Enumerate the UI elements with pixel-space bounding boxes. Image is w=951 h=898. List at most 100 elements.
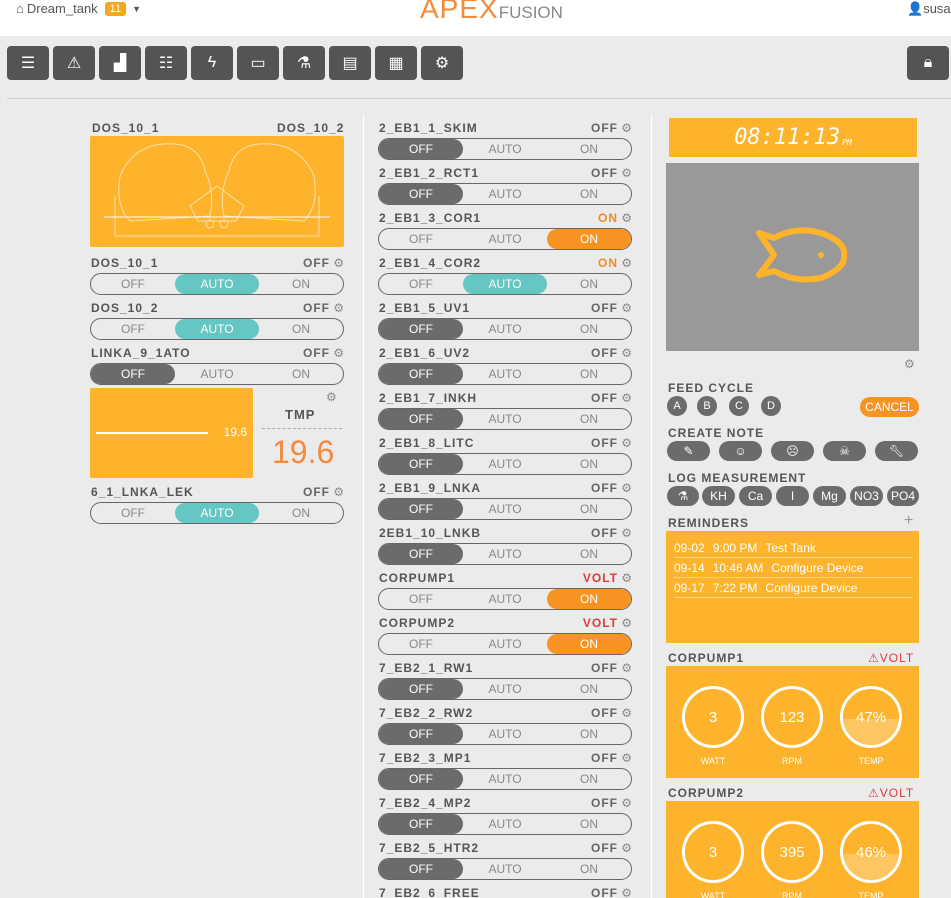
switch-auto[interactable]: AUTO: [463, 229, 547, 249]
switch-off[interactable]: OFF: [379, 589, 463, 609]
switch-off[interactable]: OFF: [379, 859, 463, 879]
switch-auto[interactable]: AUTO: [463, 589, 547, 609]
switch-auto[interactable]: AUTO: [463, 814, 547, 834]
calendar-icon[interactable]: ▭: [237, 46, 279, 80]
switch-off[interactable]: OFF: [379, 544, 463, 564]
switch-on[interactable]: ON: [547, 499, 631, 519]
switch-on[interactable]: ON: [547, 454, 631, 474]
gear-icon[interactable]: ⚙: [333, 301, 344, 315]
dashboard-icon[interactable]: ▟: [99, 46, 141, 80]
switch-on[interactable]: ON: [547, 319, 631, 339]
kh-button[interactable]: KH: [702, 486, 735, 506]
switch-off[interactable]: OFF: [379, 814, 463, 834]
gear-icon[interactable]: ⚙: [621, 301, 632, 315]
power-icon[interactable]: ϟ: [191, 46, 233, 80]
switch-off[interactable]: OFF: [379, 724, 463, 744]
switch-off[interactable]: OFF: [379, 409, 463, 429]
tasks-icon[interactable]: ☷: [145, 46, 187, 80]
gear-icon[interactable]: ⚙: [333, 256, 344, 270]
switch-on[interactable]: ON: [259, 274, 343, 294]
switch-auto[interactable]: AUTO: [175, 319, 259, 339]
switch-auto[interactable]: AUTO: [463, 409, 547, 429]
switch-on[interactable]: ON: [547, 679, 631, 699]
list-icon[interactable]: ☰: [7, 46, 49, 80]
gear-icon[interactable]: ⚙: [621, 121, 632, 135]
tank-selector[interactable]: ⌂ Dream_tank 11 ▼: [16, 1, 141, 16]
gear-icon[interactable]: ⚙: [621, 481, 632, 495]
lock-icon[interactable]: 🔒︎: [907, 46, 949, 80]
switch-off[interactable]: OFF: [379, 184, 463, 204]
switch-on[interactable]: ON: [259, 364, 343, 384]
gear-icon[interactable]: ⚙: [621, 886, 632, 898]
po4-button[interactable]: PO4: [887, 486, 919, 506]
switch-off[interactable]: OFF: [91, 319, 175, 339]
document-icon[interactable]: ▤: [329, 46, 371, 80]
mg-button[interactable]: Mg: [813, 486, 846, 506]
gear-icon[interactable]: ⚙: [621, 751, 632, 765]
switch-auto[interactable]: AUTO: [463, 544, 547, 564]
switch-off[interactable]: OFF: [379, 229, 463, 249]
gear-icon[interactable]: ⚙: [621, 166, 632, 180]
gear-icon[interactable]: ⚙: [621, 706, 632, 720]
sad-face-icon[interactable]: ☹: [771, 441, 814, 461]
gear-icon[interactable]: ⚙: [621, 256, 632, 270]
gear-icon[interactable]: ⚙: [326, 390, 337, 404]
gear-icon[interactable]: ⚙: [621, 571, 632, 585]
flask-icon[interactable]: ⚗: [283, 46, 325, 80]
feed-b-button[interactable]: B: [697, 396, 717, 416]
switch-on[interactable]: ON: [547, 139, 631, 159]
reminder-item[interactable]: 09-02 9:00 PM Test Tank: [674, 538, 913, 558]
switch-on[interactable]: ON: [259, 319, 343, 339]
switch-off[interactable]: OFF: [379, 139, 463, 159]
wrench-icon[interactable]: 🔧︎: [875, 441, 918, 461]
switch-on[interactable]: ON: [547, 724, 631, 744]
switch-on[interactable]: ON: [547, 274, 631, 294]
gears-icon[interactable]: ⚙: [421, 46, 463, 80]
switch-auto[interactable]: AUTO: [463, 184, 547, 204]
feed-d-button[interactable]: D: [761, 396, 781, 416]
gear-icon[interactable]: ⚙: [621, 436, 632, 450]
feed-c-button[interactable]: C: [729, 396, 749, 416]
switch-auto[interactable]: AUTO: [463, 274, 547, 294]
reminder-item[interactable]: 09-17 7:22 PM Configure Device: [674, 578, 913, 598]
gear-icon[interactable]: ⚙: [333, 485, 344, 499]
gear-icon[interactable]: ⚙: [621, 661, 632, 675]
switch-auto[interactable]: AUTO: [463, 319, 547, 339]
camera-placeholder[interactable]: [666, 163, 919, 351]
switch-off[interactable]: OFF: [379, 454, 463, 474]
switch-on[interactable]: ON: [259, 503, 343, 523]
gear-icon[interactable]: ⚙: [621, 616, 632, 630]
switch-off[interactable]: OFF: [91, 364, 175, 384]
switch-off[interactable]: OFF: [91, 274, 175, 294]
switch-on[interactable]: ON: [547, 814, 631, 834]
switch-on[interactable]: ON: [547, 859, 631, 879]
switch-off[interactable]: OFF: [379, 679, 463, 699]
switch-auto[interactable]: AUTO: [463, 769, 547, 789]
switch-auto[interactable]: AUTO: [463, 499, 547, 519]
switch-auto[interactable]: AUTO: [175, 274, 259, 294]
skull-icon[interactable]: ☠: [823, 441, 866, 461]
switch-off[interactable]: OFF: [91, 503, 175, 523]
switch-auto[interactable]: AUTO: [175, 364, 259, 384]
switch-on[interactable]: ON: [547, 184, 631, 204]
pump-panel[interactable]: 3 WATT 395 RPM 46% TEMP: [666, 801, 919, 898]
switch-on[interactable]: ON: [547, 634, 631, 654]
switch-off[interactable]: OFF: [379, 274, 463, 294]
pump-panel[interactable]: 3 WATT 123 RPM 47% TEMP: [666, 666, 919, 778]
switch-auto[interactable]: AUTO: [175, 503, 259, 523]
switch-on[interactable]: ON: [547, 229, 631, 249]
happy-face-icon[interactable]: ☺: [719, 441, 762, 461]
switch-off[interactable]: OFF: [379, 499, 463, 519]
switch-auto[interactable]: AUTO: [463, 634, 547, 654]
switch-on[interactable]: ON: [547, 409, 631, 429]
switch-auto[interactable]: AUTO: [463, 679, 547, 699]
ca-button[interactable]: Ca: [739, 486, 772, 506]
switch-auto[interactable]: AUTO: [463, 724, 547, 744]
gear-icon[interactable]: ⚙: [621, 391, 632, 405]
clipboard-icon[interactable]: ▦: [375, 46, 417, 80]
switch-off[interactable]: OFF: [379, 634, 463, 654]
gear-icon[interactable]: ⚙: [621, 841, 632, 855]
flask-icon[interactable]: ⚗: [667, 486, 699, 506]
gear-icon[interactable]: ⚙: [904, 357, 915, 371]
alert-icon[interactable]: ⚠: [53, 46, 95, 80]
